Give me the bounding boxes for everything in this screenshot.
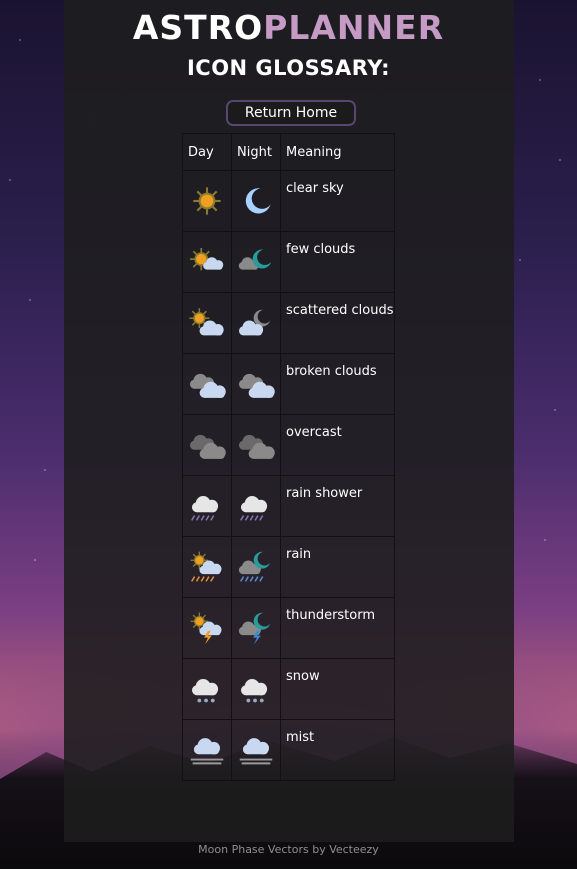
day-icon-cell xyxy=(182,719,232,781)
site-logo[interactable]: ASTROPLANNER xyxy=(0,8,577,48)
column-header-meaning: Meaning xyxy=(280,133,395,171)
sun-cloud-icon xyxy=(190,247,224,271)
return-home-button[interactable]: Return Home xyxy=(226,100,356,126)
table-row: broken clouds xyxy=(182,353,395,415)
night-icon-cell xyxy=(231,170,281,232)
moon-clouds-icon xyxy=(238,309,271,336)
column-header-night: Night xyxy=(231,133,281,171)
table-row: mist xyxy=(182,719,395,781)
meaning-cell: overcast xyxy=(280,414,395,476)
night-icon-cell xyxy=(231,597,281,659)
table-row: overcast xyxy=(182,414,395,476)
day-icon-cell xyxy=(182,353,232,415)
day-icon-cell xyxy=(182,658,232,720)
snow-icon xyxy=(240,679,268,703)
table-header-row: Day Night Meaning xyxy=(182,133,395,171)
night-icon-cell xyxy=(231,536,281,598)
footer-credit: Moon Phase Vectors by Vecteezy xyxy=(198,843,379,856)
meaning-cell: few clouds xyxy=(280,231,395,293)
day-icon-cell xyxy=(182,170,232,232)
logo-part-planner: PLANNER xyxy=(263,8,445,47)
night-icon-cell xyxy=(231,658,281,720)
night-icon-cell xyxy=(231,292,281,354)
column-header-day: Day xyxy=(182,133,232,171)
moon-icon xyxy=(245,188,271,214)
day-icon-cell xyxy=(182,414,232,476)
broken-clouds-icon xyxy=(238,373,275,398)
table-row: snow xyxy=(182,658,395,720)
meaning-cell: clear sky xyxy=(280,170,395,232)
day-icon-cell xyxy=(182,597,232,659)
table-row: clear sky xyxy=(182,170,395,232)
rain-shower-icon xyxy=(240,496,268,521)
snow-icon xyxy=(191,679,219,703)
table-row: few clouds xyxy=(182,231,395,293)
day-icon-cell xyxy=(182,475,232,537)
meaning-cell: rain xyxy=(280,536,395,598)
meaning-cell: snow xyxy=(280,658,395,720)
logo-part-astro: ASTRO xyxy=(132,8,264,47)
sun-rain-icon xyxy=(190,551,222,582)
day-icon-cell xyxy=(182,292,232,354)
icon-glossary-table: Day Night Meaning clear sky few clouds sca… xyxy=(182,133,395,781)
meaning-cell: broken clouds xyxy=(280,353,395,415)
sun-thunder-icon xyxy=(190,612,222,645)
mist-icon xyxy=(239,738,273,765)
meaning-cell: thunderstorm xyxy=(280,597,395,659)
meaning-cell: scattered clouds xyxy=(280,292,395,354)
broken-clouds-icon xyxy=(189,373,226,398)
meaning-cell: rain shower xyxy=(280,475,395,537)
mist-icon xyxy=(190,738,224,765)
page-title: ICON GLOSSARY: xyxy=(186,56,391,80)
sun-icon xyxy=(193,187,221,215)
night-icon-cell xyxy=(231,719,281,781)
meaning-cell: mist xyxy=(280,719,395,781)
night-icon-cell xyxy=(231,475,281,537)
moon-rain-icon xyxy=(238,551,271,582)
night-icon-cell xyxy=(231,414,281,476)
table-row: rain shower xyxy=(182,475,395,537)
moon-thunder-icon xyxy=(238,612,271,645)
moon-cloud-icon xyxy=(238,249,272,270)
overcast-icon xyxy=(189,434,226,459)
table-row: scattered clouds xyxy=(182,292,395,354)
day-icon-cell xyxy=(182,536,232,598)
table-row: thunderstorm xyxy=(182,597,395,659)
night-icon-cell xyxy=(231,231,281,293)
sun-clouds-icon xyxy=(189,308,224,336)
day-icon-cell xyxy=(182,231,232,293)
table-row: rain xyxy=(182,536,395,598)
night-icon-cell xyxy=(231,353,281,415)
rain-shower-icon xyxy=(191,496,219,521)
overcast-icon xyxy=(238,434,275,459)
